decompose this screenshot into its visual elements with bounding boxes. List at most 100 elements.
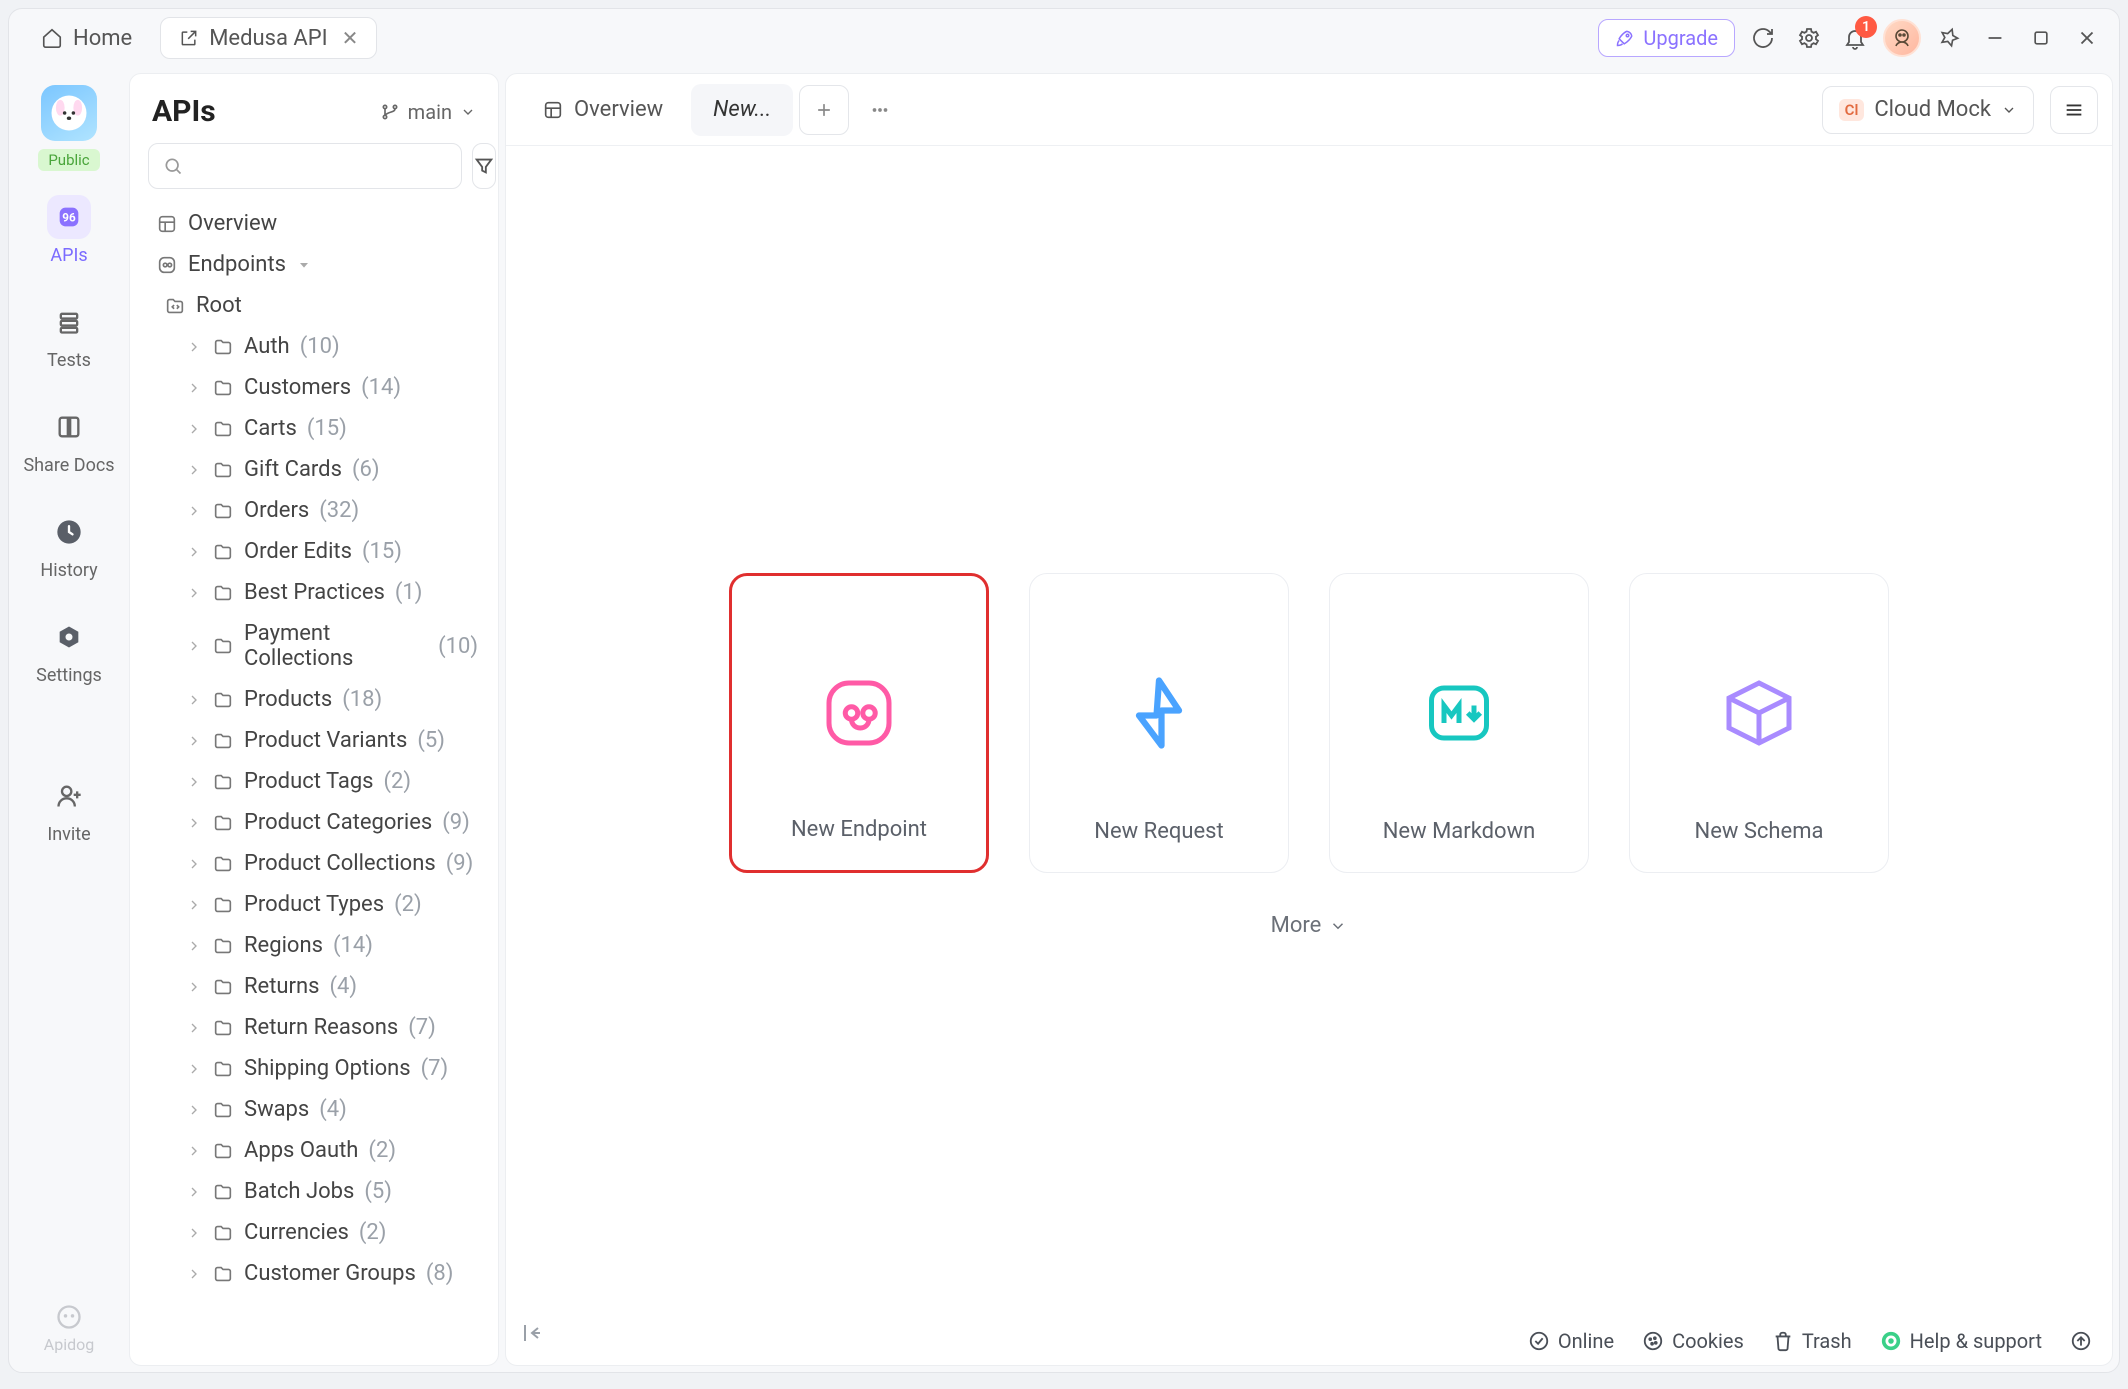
status-upload[interactable] [2070, 1330, 2092, 1352]
rail-item-invite[interactable]: Invite [9, 764, 129, 855]
tree-folder[interactable]: Product Types (2) [146, 884, 488, 925]
tree-folder-count: (5) [364, 1179, 392, 1204]
tab-home[interactable]: Home [23, 17, 150, 59]
environment-selector[interactable]: Cl Cloud Mock [1822, 86, 2034, 134]
settings-button[interactable] [1791, 20, 1827, 56]
status-help[interactable]: Help & support [1880, 1329, 2042, 1353]
tree-folder[interactable]: Swaps (4) [146, 1089, 488, 1130]
chevron-right-icon [186, 938, 202, 954]
rail-item-tests[interactable]: Tests [9, 290, 129, 381]
tree-folder[interactable]: Product Tags (2) [146, 761, 488, 802]
notifications-button[interactable]: 1 [1837, 20, 1873, 56]
tab-home-label: Home [73, 26, 132, 51]
tree-folder[interactable]: Batch Jobs (5) [146, 1171, 488, 1212]
branch-selector[interactable]: main [380, 100, 476, 124]
tree-folder[interactable]: Customer Groups (8) [146, 1253, 488, 1294]
tab-more-button[interactable] [855, 85, 905, 135]
refresh-button[interactable] [1745, 20, 1781, 56]
tree-root[interactable]: Root [146, 285, 488, 326]
check-circle-icon [1528, 1330, 1550, 1352]
tree-folder-count: (2) [384, 769, 412, 794]
chevron-right-icon [186, 544, 202, 560]
window-close-button[interactable] [2069, 20, 2105, 56]
tree-folder-count: (1) [395, 580, 423, 605]
tree-folder-count: (14) [361, 375, 401, 400]
collapse-sidebar-button[interactable] [520, 1321, 544, 1351]
search-input[interactable] [193, 154, 447, 178]
tree-folder[interactable]: Customers (14) [146, 367, 488, 408]
tree-folder[interactable]: Best Practices (1) [146, 572, 488, 613]
tree-folder[interactable]: Products (18) [146, 679, 488, 720]
status-cookies[interactable]: Cookies [1642, 1329, 1744, 1353]
tree-folder[interactable]: Product Collections (9) [146, 843, 488, 884]
card-new-endpoint[interactable]: New Endpoint [729, 573, 989, 873]
tree-folder[interactable]: Carts (15) [146, 408, 488, 449]
project-avatar[interactable] [41, 85, 97, 141]
tree: Overview Endpoints Root Auth (10) Custom… [130, 203, 498, 1365]
tree-folder-name: Gift Cards [244, 457, 342, 482]
window-minimize-button[interactable] [1977, 20, 2013, 56]
tab-new[interactable]: New... [691, 84, 793, 136]
tree-folder[interactable]: Apps Oauth (2) [146, 1130, 488, 1171]
docs-icon [55, 413, 83, 441]
card-new-schema-label: New Schema [1695, 819, 1824, 844]
tree-folder[interactable]: Gift Cards (6) [146, 449, 488, 490]
env-settings-button[interactable] [2050, 86, 2098, 134]
card-new-markdown-label: New Markdown [1383, 819, 1536, 844]
branch-icon [380, 102, 400, 122]
tree-folder[interactable]: Returns (4) [146, 966, 488, 1007]
tree-folder-name: Return Reasons [244, 1015, 398, 1040]
status-trash[interactable]: Trash [1772, 1329, 1852, 1353]
folder-icon [212, 935, 234, 957]
tree-folder[interactable]: Shipping Options (7) [146, 1048, 488, 1089]
rail-item-settings[interactable]: Settings [9, 605, 129, 696]
rail-label-tests: Tests [47, 350, 91, 371]
folder-icon [212, 1099, 234, 1121]
folder-icon [212, 853, 234, 875]
tree-folder[interactable]: Currencies (2) [146, 1212, 488, 1253]
rail-item-history[interactable]: History [9, 500, 129, 591]
more-link[interactable]: More [1271, 913, 1348, 938]
filter-button[interactable] [472, 143, 496, 189]
search-input-wrap[interactable] [148, 143, 462, 189]
rail-item-apis[interactable]: 96 APIs [9, 185, 129, 276]
card-new-schema[interactable]: New Schema [1629, 573, 1889, 873]
tree-folder[interactable]: Product Variants (5) [146, 720, 488, 761]
upgrade-button[interactable]: Upgrade [1598, 19, 1735, 57]
new-tab-button[interactable] [799, 85, 849, 135]
window-maximize-button[interactable] [2023, 20, 2059, 56]
status-online[interactable]: Online [1528, 1329, 1614, 1353]
endpoint-card-icon [819, 673, 899, 753]
tree-folder[interactable]: Return Reasons (7) [146, 1007, 488, 1048]
card-new-request[interactable]: New Request [1029, 573, 1289, 873]
status-help-label: Help & support [1910, 1329, 2042, 1353]
tree-folder[interactable]: Auth (10) [146, 326, 488, 367]
public-badge: Public [38, 149, 99, 171]
card-new-markdown[interactable]: New Markdown [1329, 573, 1589, 873]
tree-folder[interactable]: Regions (14) [146, 925, 488, 966]
tree-folder[interactable]: Payment Collections (10) [146, 613, 488, 679]
pin-button[interactable] [1931, 20, 1967, 56]
chevron-down-icon [1329, 917, 1347, 935]
tree-endpoints-label: Endpoints [188, 252, 286, 277]
tree-folder[interactable]: Product Categories (9) [146, 802, 488, 843]
tree-folder-count: (2) [359, 1220, 387, 1245]
tab-overview[interactable]: Overview [520, 84, 685, 136]
chevron-right-icon [186, 979, 202, 995]
main-area: Overview New... Cl Cloud Mock [505, 73, 2113, 1366]
tree-folder-name: Regions [244, 933, 323, 958]
close-icon[interactable]: ✕ [342, 26, 359, 50]
collapse-icon [520, 1321, 544, 1345]
tab-project[interactable]: Medusa API ✕ [160, 17, 377, 59]
folder-icon [212, 1058, 234, 1080]
rail-item-sharedocs[interactable]: Share Docs [9, 395, 129, 486]
chevron-right-icon [186, 1184, 202, 1200]
tree-folder[interactable]: Order Edits (15) [146, 531, 488, 572]
tree-endpoints[interactable]: Endpoints [146, 244, 488, 285]
user-avatar[interactable] [1883, 19, 1921, 57]
tree-folder[interactable]: Orders (32) [146, 490, 488, 531]
tree-folder-name: Product Tags [244, 769, 374, 794]
tree-overview[interactable]: Overview [146, 203, 488, 244]
tree-folder-count: (32) [319, 498, 359, 523]
tree-folder-name: Best Practices [244, 580, 385, 605]
